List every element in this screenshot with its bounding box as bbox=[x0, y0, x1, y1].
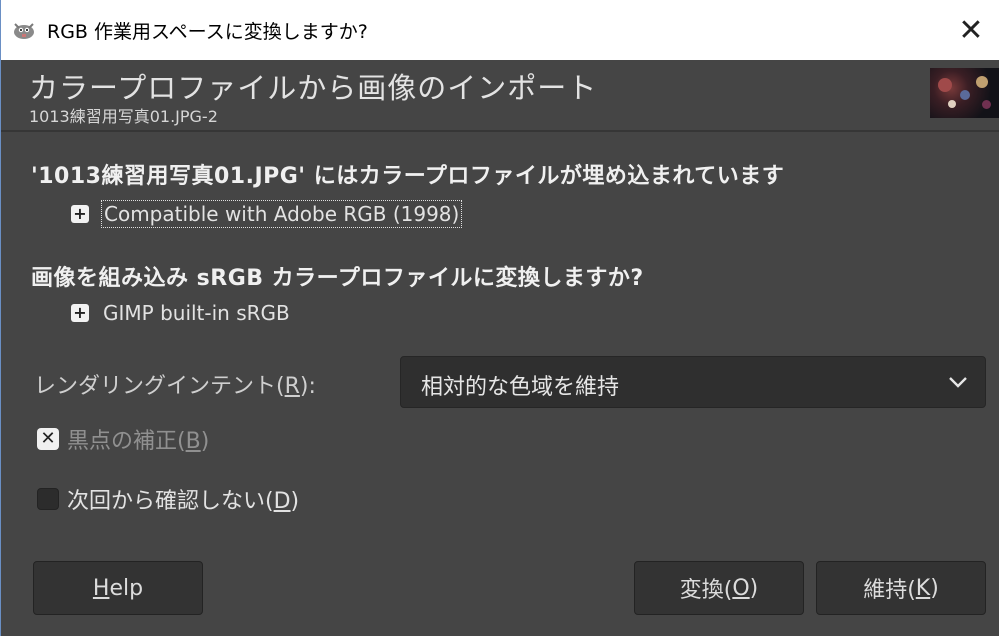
dont-ask-label-text: 次回から確認しない( bbox=[67, 489, 274, 514]
rendering-intent-value: 相対的な色域を維持 bbox=[421, 375, 620, 400]
rendering-intent-label-suffix: ): bbox=[299, 374, 316, 399]
expand-plus-icon[interactable]: + bbox=[71, 304, 89, 322]
window-title: RGB 作業用スペースに変換しますか? bbox=[47, 20, 368, 43]
dialog-window: RGB 作業用スペースに変換しますか? ✕ カラープロファイルから画像のインポー… bbox=[0, 0, 999, 636]
convert-mnemonic: O bbox=[732, 575, 750, 601]
header-title: カラープロファイルから画像のインポート bbox=[29, 71, 598, 105]
black-point-compensation-checkbox[interactable]: ✕ 黒点の補正(B) bbox=[37, 423, 209, 455]
black-point-label: 黒点の補正(B) bbox=[67, 423, 209, 455]
convert-button[interactable]: 変換(O) bbox=[634, 561, 804, 615]
rendering-intent-label-text: レンダリングインテント( bbox=[34, 374, 285, 399]
keep-button[interactable]: 維持(K) bbox=[816, 561, 986, 615]
convert-label: 変換( bbox=[679, 578, 733, 603]
keep-mnemonic: K bbox=[915, 575, 931, 601]
embedded-profile-message: '1013練習用写真01.JPG' にはカラープロファイルが埋め込まれています bbox=[31, 164, 785, 189]
target-profile-name[interactable]: GIMP built-in sRGB bbox=[101, 300, 292, 326]
close-icon: ✕ bbox=[958, 12, 984, 48]
rendering-intent-dropdown[interactable]: 相対的な色域を維持 bbox=[400, 356, 986, 408]
expand-plus-icon[interactable]: + bbox=[71, 205, 89, 223]
dont-ask-mnemonic: D bbox=[273, 489, 291, 514]
dont-ask-again-checkbox[interactable]: 次回から確認しない(D) bbox=[37, 483, 299, 515]
dont-ask-label-suffix: ) bbox=[290, 489, 300, 514]
convert-label-suffix: ) bbox=[749, 575, 759, 601]
black-point-label-text: 黒点の補正( bbox=[67, 429, 186, 454]
black-point-mnemonic: B bbox=[185, 429, 201, 454]
checkbox-unchecked-icon[interactable] bbox=[37, 488, 59, 510]
convert-question: 画像を組み込み sRGB カラープロファイルに変換しますか? bbox=[31, 266, 644, 291]
header-subtitle: 1013練習用写真01.JPG-2 bbox=[29, 107, 218, 126]
embedded-profile-name[interactable]: Compatible with Adobe RGB (1998) bbox=[101, 200, 463, 228]
title-bar[interactable]: RGB 作業用スペースに変換しますか? ✕ bbox=[1, 0, 999, 60]
dont-ask-label: 次回から確認しない(D) bbox=[67, 483, 299, 515]
image-thumbnail bbox=[930, 68, 999, 118]
keep-label-suffix: ) bbox=[930, 575, 939, 601]
help-label: elp bbox=[109, 575, 144, 601]
checkbox-checked-icon[interactable]: ✕ bbox=[37, 428, 59, 450]
rendering-intent-label: レンダリングインテント(R): bbox=[34, 368, 316, 400]
keep-label: 維持( bbox=[863, 578, 916, 603]
help-mnemonic: H bbox=[92, 575, 110, 601]
rendering-intent-mnemonic: R bbox=[284, 374, 300, 399]
chevron-down-icon bbox=[949, 377, 967, 388]
dialog-header: カラープロファイルから画像のインポート 1013練習用写真01.JPG-2 bbox=[1, 60, 999, 132]
help-button[interactable]: Help bbox=[33, 561, 203, 615]
gimp-app-icon bbox=[9, 19, 39, 41]
close-button[interactable]: ✕ bbox=[942, 0, 999, 60]
black-point-label-suffix: ) bbox=[200, 429, 210, 454]
target-profile-row[interactable]: + GIMP built-in sRGB bbox=[71, 300, 292, 326]
embedded-profile-row[interactable]: + Compatible with Adobe RGB (1998) bbox=[71, 200, 463, 228]
